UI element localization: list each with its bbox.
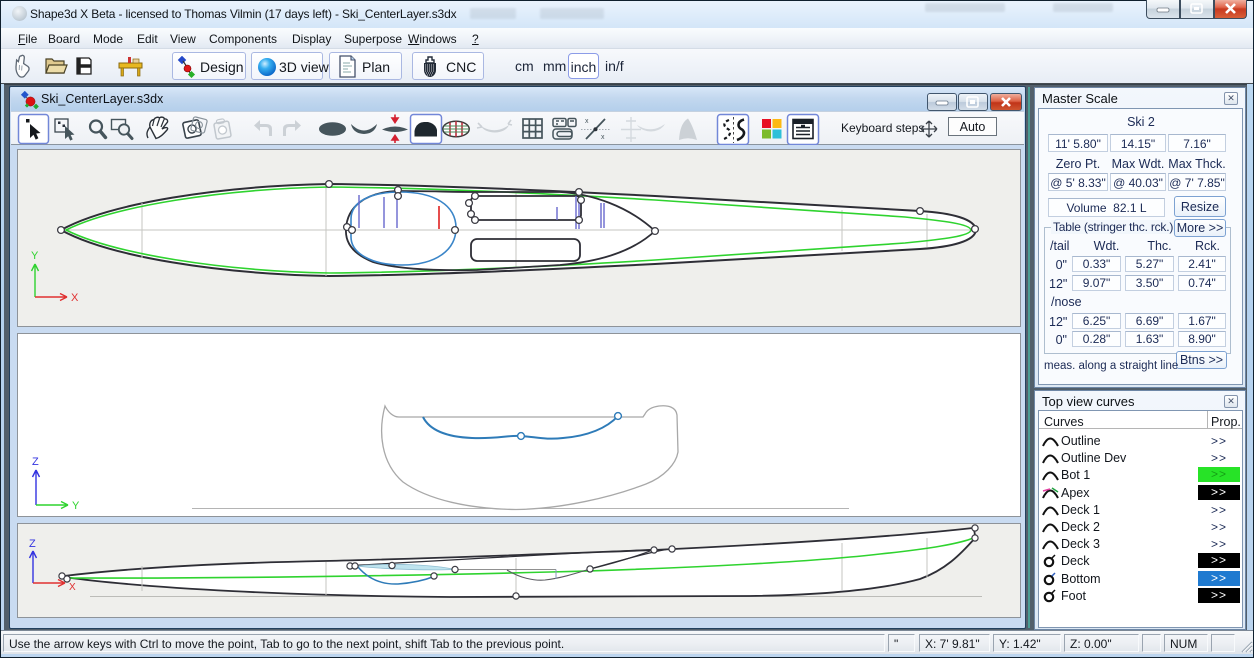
svg-text:x: x <box>601 134 605 141</box>
svg-text:Y: Y <box>72 500 80 512</box>
svg-text:X: X <box>71 292 79 304</box>
svg-text:Z: Z <box>29 538 36 550</box>
svg-text:Y: Y <box>31 250 39 262</box>
svg-text:x: x <box>585 118 589 125</box>
svg-text:X: X <box>69 582 76 593</box>
svg-text:Z: Z <box>32 456 39 468</box>
